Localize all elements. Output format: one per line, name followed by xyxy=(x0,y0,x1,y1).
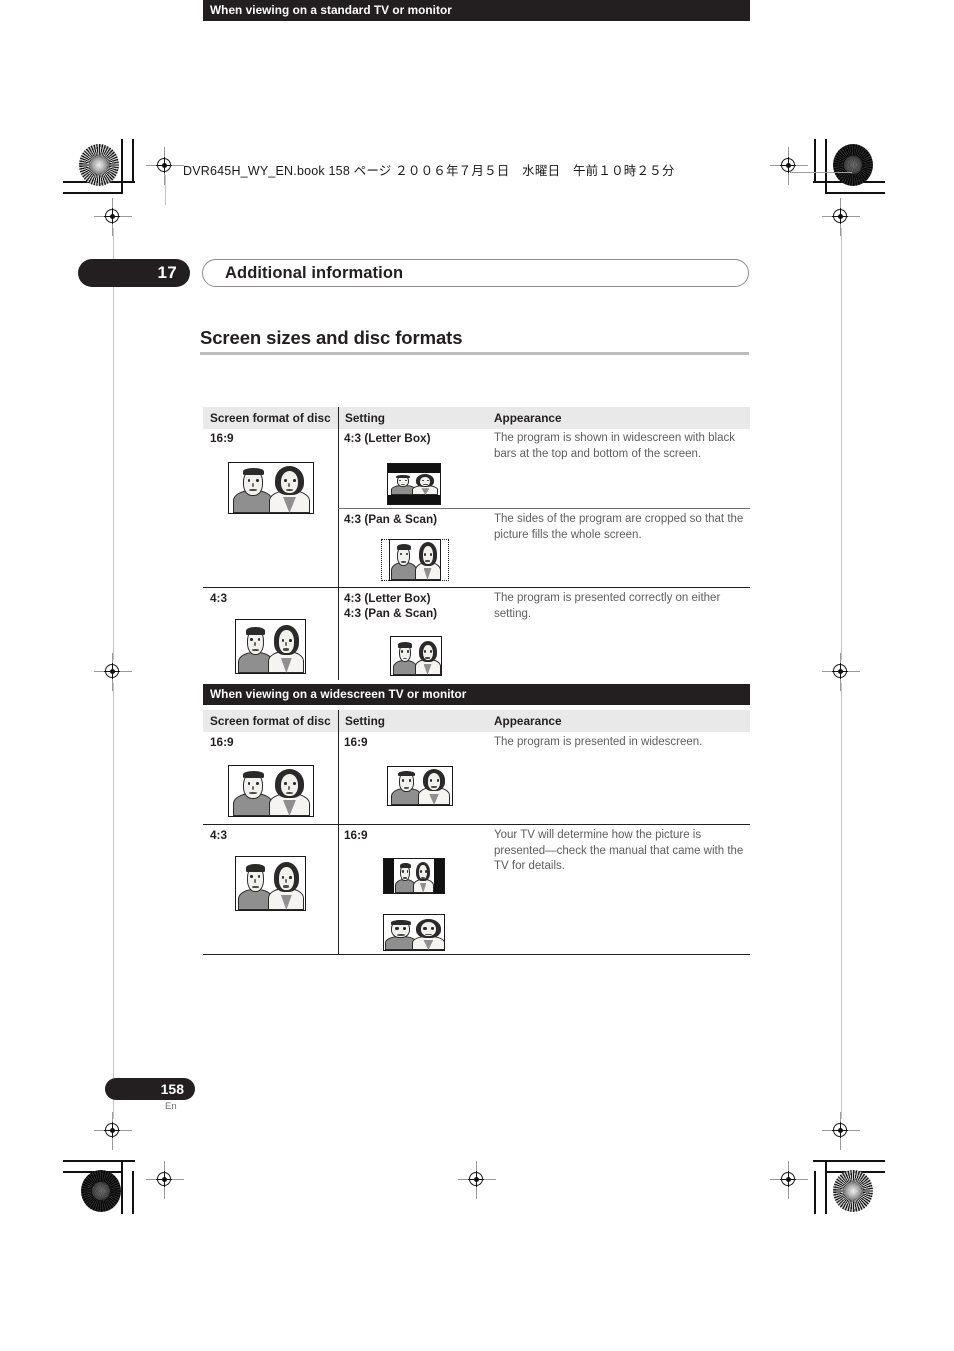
book-file-info: DVR645H_WY_EN.book 158 ページ ２００６年７月５日 水曜日… xyxy=(183,164,675,178)
table2-col-setting: Setting xyxy=(345,714,385,728)
table1-column-headers: Screen format of disc Setting Appearance xyxy=(203,407,750,429)
header-rule-right xyxy=(790,172,852,174)
table2-row-divider-1 xyxy=(203,824,750,826)
registration-target-bottom-left xyxy=(146,1161,184,1199)
thumb-widescreen-16-9-b xyxy=(228,765,314,817)
chapter-number: 17 xyxy=(78,259,190,287)
thumb-standard-4-3-small xyxy=(390,636,442,676)
table2-row2-setting1-label: 16:9 xyxy=(344,828,368,842)
trim-mark-bottom-right xyxy=(813,1152,885,1214)
trim-mark-top-right xyxy=(813,139,885,197)
thumb-widescreen-16-9-small xyxy=(387,766,453,806)
chapter-title: Additional information xyxy=(225,264,404,282)
registration-target-right-middle xyxy=(822,653,860,691)
registration-target-left-lower xyxy=(94,1112,132,1150)
table1-col-appearance: Appearance xyxy=(494,411,562,425)
table1-row-divider-1 xyxy=(338,508,750,509)
table2-row1-disc-format: 16:9 xyxy=(210,735,234,749)
thumb-standard-4-3 xyxy=(235,619,306,674)
thumb-panscan-4-3 xyxy=(389,539,441,581)
registration-target-top-right xyxy=(770,147,808,185)
table2-row1-setting1-description: The program is presented in widescreen. xyxy=(494,736,703,748)
registration-target-bottom-right xyxy=(770,1161,808,1199)
table1-row1-disc-format: 16:9 xyxy=(210,431,234,445)
table1-row1-setting2-label: 4:3 (Pan & Scan) xyxy=(344,512,438,526)
color-registration-blob-top-left xyxy=(79,144,119,186)
page-title: Screen sizes and disc formats xyxy=(200,327,463,348)
table2-bottom-border xyxy=(203,954,750,956)
color-registration-blob-top-right xyxy=(833,144,873,186)
thumb-standard-4-3-b xyxy=(235,856,306,911)
registration-target-right-upper xyxy=(822,198,860,236)
registration-target-left-upper xyxy=(94,198,132,236)
registration-target-left-middle xyxy=(94,653,132,691)
thumb-pillarbox-16-9 xyxy=(383,858,445,894)
table1-band-header: When viewing on a standard TV or monitor xyxy=(203,0,750,21)
chapter-title-pill: Additional information xyxy=(202,259,749,287)
trim-mark-top-left xyxy=(63,139,135,197)
section-divider xyxy=(200,352,749,355)
chapter-banner: 17 Additional information xyxy=(78,259,758,287)
table1-column-divider xyxy=(338,407,340,680)
color-registration-blob-bottom-left xyxy=(81,1170,121,1212)
thumb-widescreen-16-9 xyxy=(228,462,314,514)
color-registration-blob-bottom-right xyxy=(833,1170,873,1212)
guide-line-right-vertical-lower xyxy=(840,683,842,1119)
table2-column-divider xyxy=(338,710,340,955)
table2-col-appearance: Appearance xyxy=(494,714,562,728)
guide-line-left-vertical xyxy=(112,228,114,660)
table1-row1-setting1-description: The program is shown in widescreen with … xyxy=(494,432,735,460)
table1-row2-setting1-description: The program is presented correctly on ei… xyxy=(494,592,721,620)
registration-target-right-lower xyxy=(822,1112,860,1150)
guide-line-left-vertical-lower xyxy=(112,683,114,1119)
trim-mark-bottom-left xyxy=(63,1152,135,1214)
page-language-code: En xyxy=(165,1101,177,1112)
table1-row-divider-2 xyxy=(203,587,750,589)
table1-row2-disc-format: 4:3 xyxy=(210,591,228,605)
table1-row2-setting1-label: 4:3 (Letter Box) 4:3 (Pan & Scan) xyxy=(344,591,438,620)
table1-col-setting: Setting xyxy=(345,411,385,425)
table2-row2-setting1-description: Your TV will determine how the picture i… xyxy=(494,829,744,872)
table2-row2-disc-format: 4:3 xyxy=(210,828,228,842)
thumb-letterbox-4-3 xyxy=(387,463,441,505)
registration-target-top-left xyxy=(146,147,184,185)
table2-column-headers: Screen format of disc Setting Appearance xyxy=(203,710,750,732)
table1-row1-setting1-label: 4:3 (Letter Box) xyxy=(344,431,431,445)
registration-target-bottom-center xyxy=(458,1161,496,1199)
table1-row1-setting2-description: The sides of the program are cropped so … xyxy=(494,513,744,541)
table2-row1-setting1-label: 16:9 xyxy=(344,735,368,749)
table2-band-header: When viewing on a widescreen TV or monit… xyxy=(203,684,750,705)
page-number-badge: 158 xyxy=(105,1078,195,1100)
guide-line-header-left xyxy=(164,175,166,205)
table2-col-screen-format: Screen format of disc xyxy=(210,714,331,728)
thumb-stretched-16-9 xyxy=(383,914,445,951)
table1-col-screen-format: Screen format of disc xyxy=(210,411,331,425)
guide-line-right-vertical xyxy=(840,228,842,660)
